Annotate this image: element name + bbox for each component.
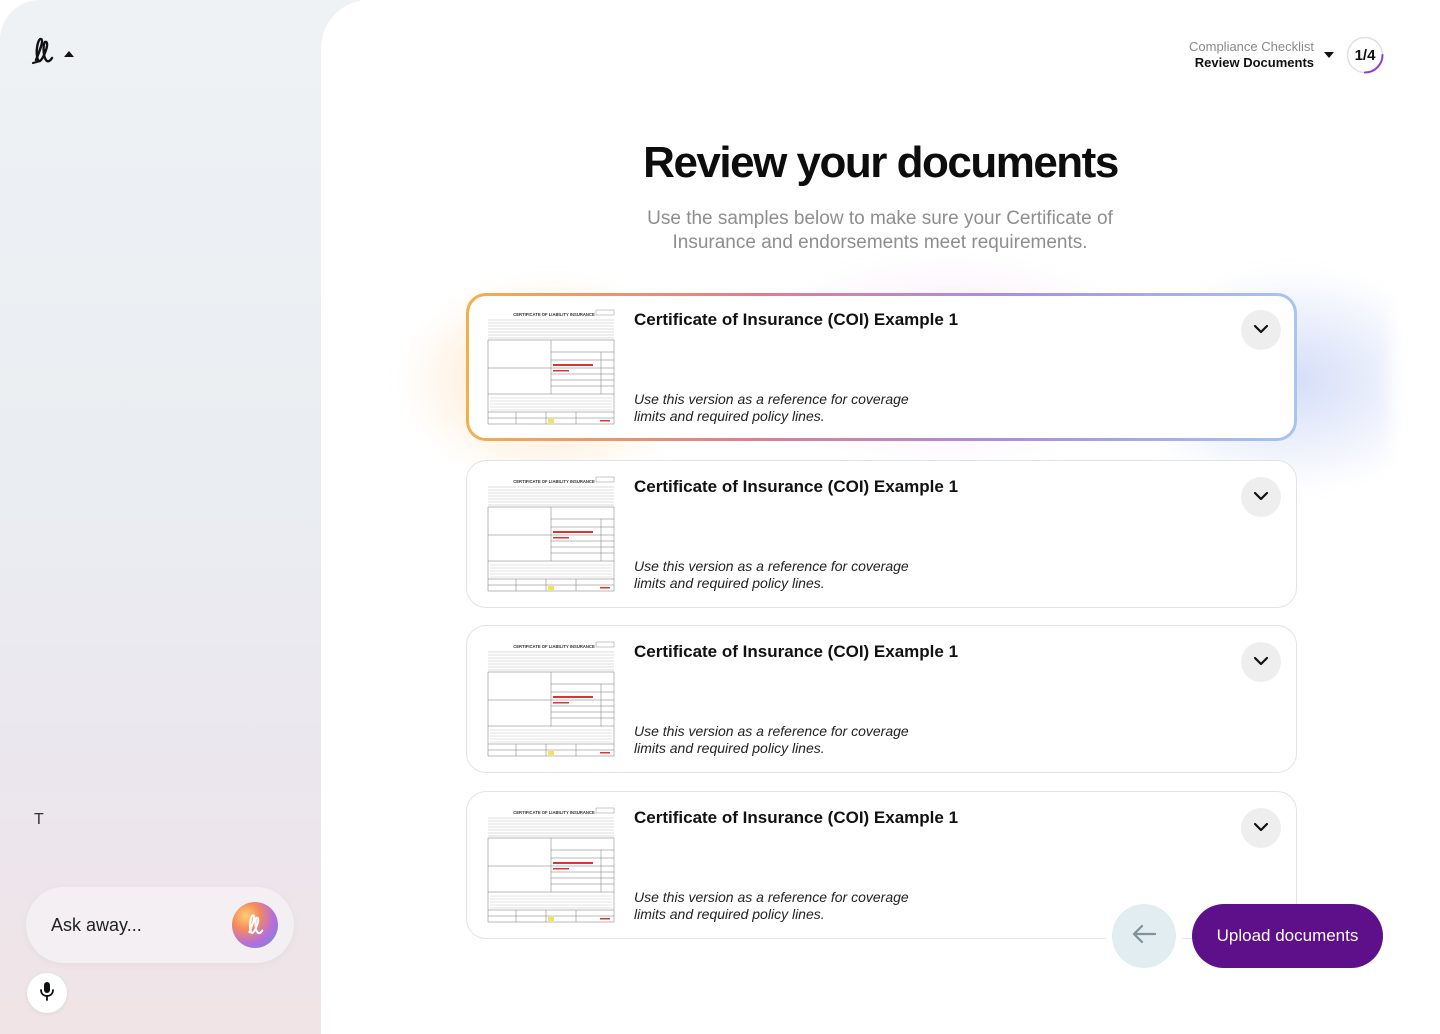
chevron-down-icon: [1324, 52, 1334, 58]
chevron-down-icon: [1253, 321, 1269, 339]
progress-ring: 1/4: [1346, 36, 1384, 74]
card-description: Use this version as a reference for cove…: [634, 391, 909, 424]
document-thumbnail: CERTIFICATE OF LIABILITY INSURANCE: [486, 475, 616, 593]
assistant-orb-icon[interactable]: [232, 902, 278, 948]
thumb-heading: CERTIFICATE OF LIABILITY INSURANCE: [513, 644, 595, 649]
caret-up-icon: [64, 50, 74, 57]
expand-button[interactable]: [1241, 808, 1281, 848]
page-title: Review your documents: [643, 138, 1119, 187]
microphone-button[interactable]: [27, 973, 67, 1013]
step-name: Review Documents: [1194, 55, 1314, 70]
sidebar: T Ask away...: [0, 0, 360, 1034]
step-section: Compliance Checklist: [1189, 39, 1314, 54]
expand-button[interactable]: [1241, 477, 1281, 517]
document-thumbnail: CERTIFICATE OF LIABILITY INSURANCE: [486, 308, 616, 426]
sidebar-initial: T: [34, 811, 44, 828]
thumb-heading: CERTIFICATE OF LIABILITY INSURANCE: [513, 479, 595, 484]
logo-menu-button[interactable]: [30, 36, 74, 71]
step-text: Compliance Checklist Review Documents: [1189, 39, 1314, 71]
document-card[interactable]: CERTIFICATE OF LIABILITY INSURANCE Certi…: [466, 293, 1297, 441]
card-title: Certificate of Insurance (COI) Example 1: [634, 310, 959, 329]
expand-button[interactable]: [1241, 310, 1281, 350]
signature-logo-icon: [30, 36, 56, 71]
arrow-left-icon: [1131, 924, 1157, 949]
document-card[interactable]: CERTIFICATE OF LIABILITY INSURANCE Certi…: [466, 791, 1297, 939]
document-thumbnail: CERTIFICATE OF LIABILITY INSURANCE: [486, 806, 616, 924]
card-description: Use this version as a reference for cove…: [634, 889, 909, 922]
card-title: Certificate of Insurance (COI) Example 1: [634, 477, 959, 496]
card-description: Use this version as a reference for cove…: [634, 723, 909, 756]
main-panel: Compliance Checklist Review Documents 1/…: [321, 0, 1440, 1034]
chevron-down-icon: [1253, 488, 1269, 506]
thumb-heading: CERTIFICATE OF LIABILITY INSURANCE: [513, 810, 595, 815]
document-thumbnail: CERTIFICATE OF LIABILITY INSURANCE: [486, 640, 616, 758]
chevron-down-icon: [1253, 653, 1269, 671]
back-button[interactable]: [1112, 904, 1176, 968]
card-title: Certificate of Insurance (COI) Example 1: [634, 808, 959, 827]
microphone-icon: [39, 981, 55, 1006]
thumb-heading: CERTIFICATE OF LIABILITY INSURANCE: [513, 312, 595, 317]
ask-input[interactable]: Ask away...: [26, 887, 294, 963]
document-card[interactable]: CERTIFICATE OF LIABILITY INSURANCE Certi…: [466, 625, 1297, 773]
ask-placeholder: Ask away...: [51, 914, 142, 935]
card-description: Use this version as a reference for cove…: [634, 558, 909, 591]
chevron-down-icon: [1253, 819, 1269, 837]
document-card[interactable]: CERTIFICATE OF LIABILITY INSURANCE Certi…: [466, 460, 1297, 608]
expand-button[interactable]: [1241, 642, 1281, 682]
page-subtitle: Use the samples below to make sure your …: [647, 208, 1113, 253]
upload-documents-button[interactable]: Upload documents: [1192, 904, 1383, 968]
progress-text: 1/4: [1354, 46, 1376, 64]
card-title: Certificate of Insurance (COI) Example 1: [634, 642, 959, 661]
step-indicator[interactable]: Compliance Checklist Review Documents 1/…: [1189, 36, 1384, 74]
